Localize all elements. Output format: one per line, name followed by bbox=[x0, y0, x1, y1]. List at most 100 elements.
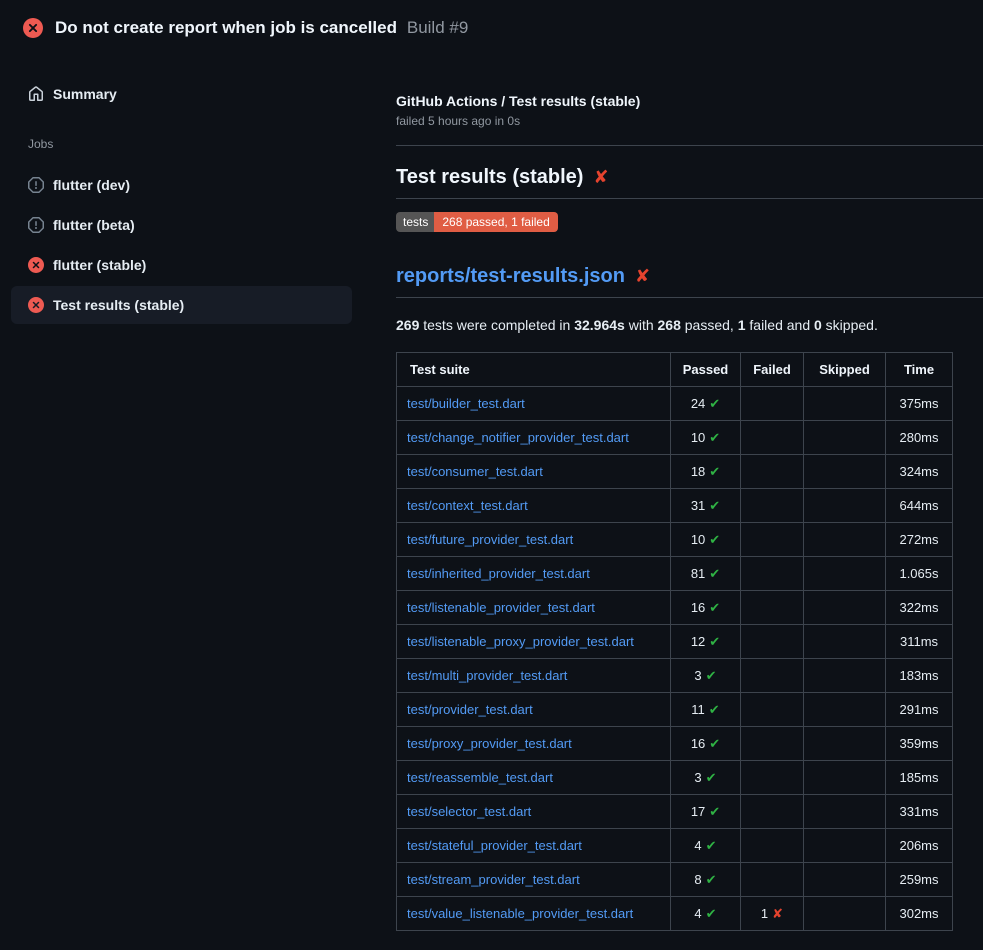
test-suite-link[interactable]: test/provider_test.dart bbox=[407, 702, 533, 717]
sidebar-summary-label: Summary bbox=[53, 86, 117, 102]
section-heading: Test results (stable) ✘ bbox=[396, 166, 983, 199]
skipped-cell bbox=[804, 591, 886, 625]
failed-cell: 1✘ bbox=[741, 897, 804, 931]
table-row: test/future_provider_test.dart 10✔ 272ms bbox=[397, 523, 953, 557]
passed-cell: 3✔ bbox=[671, 761, 741, 795]
passed-cell: 4✔ bbox=[671, 897, 741, 931]
passed-cell: 10✔ bbox=[671, 523, 741, 557]
test-suite-link[interactable]: test/stream_provider_test.dart bbox=[407, 872, 580, 887]
check-icon: ✔ bbox=[709, 737, 720, 752]
test-suite-link[interactable]: test/future_provider_test.dart bbox=[407, 532, 573, 547]
red-cross-icon: ✘ bbox=[635, 268, 650, 286]
skipped-cell bbox=[804, 761, 886, 795]
test-suite-link[interactable]: test/reassemble_test.dart bbox=[407, 770, 553, 785]
sidebar-item-flutter-dev[interactable]: flutter (dev) bbox=[11, 166, 352, 204]
check-icon: ✔ bbox=[709, 431, 720, 446]
suite-cell: test/stream_provider_test.dart bbox=[397, 863, 671, 897]
check-icon: ✔ bbox=[709, 499, 720, 514]
time-cell: 331ms bbox=[886, 795, 953, 829]
passed-cell: 3✔ bbox=[671, 659, 741, 693]
sidebar-job-label: flutter (beta) bbox=[53, 217, 135, 233]
column-header-passed: Passed bbox=[671, 353, 741, 387]
skipped-cell bbox=[804, 897, 886, 931]
table-row: test/reassemble_test.dart 3✔ 185ms bbox=[397, 761, 953, 795]
test-suite-link[interactable]: test/stateful_provider_test.dart bbox=[407, 838, 582, 853]
test-suite-link[interactable]: test/value_listenable_provider_test.dart bbox=[407, 906, 633, 921]
test-suite-link[interactable]: test/proxy_provider_test.dart bbox=[407, 736, 572, 751]
passed-cell: 31✔ bbox=[671, 489, 741, 523]
suite-cell: test/selector_test.dart bbox=[397, 795, 671, 829]
table-header-row: Test suite Passed Failed Skipped Time bbox=[397, 353, 953, 387]
test-suite-link[interactable]: test/multi_provider_test.dart bbox=[407, 668, 567, 683]
test-suite-link[interactable]: test/context_test.dart bbox=[407, 498, 528, 513]
failed-cell bbox=[741, 795, 804, 829]
failed-cell bbox=[741, 625, 804, 659]
check-icon: ✔ bbox=[709, 601, 720, 616]
table-row: test/consumer_test.dart 18✔ 324ms bbox=[397, 455, 953, 489]
check-icon: ✔ bbox=[709, 567, 720, 582]
check-icon: ✔ bbox=[706, 873, 717, 888]
failed-cell bbox=[741, 421, 804, 455]
time-cell: 322ms bbox=[886, 591, 953, 625]
badge-label: tests bbox=[396, 212, 434, 232]
suite-cell: test/stateful_provider_test.dart bbox=[397, 829, 671, 863]
skipped-cell bbox=[804, 795, 886, 829]
passed-cell: 16✔ bbox=[671, 727, 741, 761]
report-file-link[interactable]: reports/test-results.json bbox=[396, 265, 625, 288]
time-cell: 280ms bbox=[886, 421, 953, 455]
section-title: Test results (stable) bbox=[396, 166, 583, 189]
time-cell: 259ms bbox=[886, 863, 953, 897]
page-title: Do not create report when job is cancell… bbox=[55, 18, 397, 37]
column-header-test-suite: Test suite bbox=[397, 353, 671, 387]
report-heading: reports/test-results.json ✘ bbox=[396, 265, 983, 298]
suite-cell: test/change_notifier_provider_test.dart bbox=[397, 421, 671, 455]
failed-cell bbox=[741, 523, 804, 557]
sidebar-item-test-results-stable[interactable]: Test results (stable) bbox=[11, 286, 352, 324]
cancelled-octagon-icon bbox=[28, 217, 44, 233]
workflow-breadcrumb: GitHub Actions / Test results (stable) bbox=[396, 93, 983, 109]
skipped-cell bbox=[804, 523, 886, 557]
test-suite-link[interactable]: test/change_notifier_provider_test.dart bbox=[407, 430, 629, 445]
test-suite-link[interactable]: test/listenable_proxy_provider_test.dart bbox=[407, 634, 634, 649]
passed-cell: 8✔ bbox=[671, 863, 741, 897]
skipped-cell bbox=[804, 659, 886, 693]
passed-cell: 18✔ bbox=[671, 455, 741, 489]
table-row: test/builder_test.dart 24✔ 375ms bbox=[397, 387, 953, 421]
table-row: test/listenable_proxy_provider_test.dart… bbox=[397, 625, 953, 659]
failed-cell bbox=[741, 489, 804, 523]
test-suite-link[interactable]: test/builder_test.dart bbox=[407, 396, 525, 411]
time-cell: 291ms bbox=[886, 693, 953, 727]
sidebar: Summary Jobs flutter (dev) flutter (beta… bbox=[0, 56, 380, 326]
sidebar-item-summary[interactable]: Summary bbox=[11, 75, 352, 113]
sidebar-item-flutter-stable[interactable]: flutter (stable) bbox=[11, 246, 352, 284]
test-suite-link[interactable]: test/inherited_provider_test.dart bbox=[407, 566, 590, 581]
sidebar-item-flutter-beta[interactable]: flutter (beta) bbox=[11, 206, 352, 244]
test-suite-link[interactable]: test/consumer_test.dart bbox=[407, 464, 543, 479]
skipped-cell bbox=[804, 829, 886, 863]
passed-cell: 4✔ bbox=[671, 829, 741, 863]
skipped-cell bbox=[804, 489, 886, 523]
badge-value: 268 passed, 1 failed bbox=[434, 212, 557, 232]
time-cell: 311ms bbox=[886, 625, 953, 659]
suite-cell: test/future_provider_test.dart bbox=[397, 523, 671, 557]
cross-icon: ✘ bbox=[772, 907, 783, 922]
table-row: test/proxy_provider_test.dart 16✔ 359ms bbox=[397, 727, 953, 761]
suite-cell: test/listenable_proxy_provider_test.dart bbox=[397, 625, 671, 659]
time-cell: 272ms bbox=[886, 523, 953, 557]
failed-cell bbox=[741, 727, 804, 761]
jobs-list: flutter (dev) flutter (beta) flutter (st… bbox=[0, 166, 380, 324]
failed-cell bbox=[741, 761, 804, 795]
suite-cell: test/multi_provider_test.dart bbox=[397, 659, 671, 693]
sidebar-job-label: flutter (stable) bbox=[53, 257, 146, 273]
skipped-cell bbox=[804, 557, 886, 591]
table-row: test/stateful_provider_test.dart 4✔ 206m… bbox=[397, 829, 953, 863]
table-row: test/inherited_provider_test.dart 81✔ 1.… bbox=[397, 557, 953, 591]
test-suite-link[interactable]: test/selector_test.dart bbox=[407, 804, 531, 819]
failed-cell bbox=[741, 557, 804, 591]
check-icon: ✔ bbox=[709, 533, 720, 548]
test-suite-link[interactable]: test/listenable_provider_test.dart bbox=[407, 600, 595, 615]
skipped-cell bbox=[804, 455, 886, 489]
skipped-cell bbox=[804, 693, 886, 727]
x-circle-icon bbox=[28, 257, 44, 273]
passed-cell: 16✔ bbox=[671, 591, 741, 625]
